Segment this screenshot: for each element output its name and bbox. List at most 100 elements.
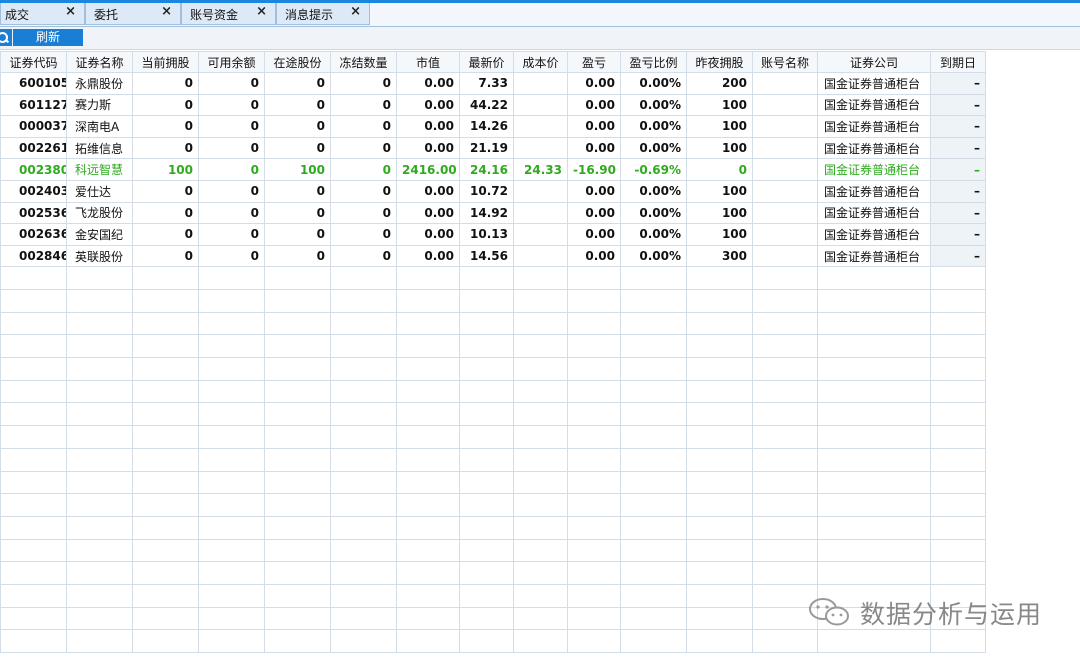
close-icon[interactable]: × [161,4,172,19]
table-row[interactable]: 002403 爱仕达 0 0 0 0 0.00 10.72 0.00 0.00% 100 国金证券普通… [0,179,986,203]
empty-cell [567,561,621,585]
table-cell: 0.00 [396,179,460,203]
column-header[interactable]: 在途股份 [264,51,331,73]
empty-cell [459,289,514,313]
empty-cell [567,493,621,517]
empty-cell [396,357,460,381]
empty-cell [620,606,687,631]
empty-cell [513,515,568,540]
table-row[interactable]: 600105 永鼎股份 0 0 0 0 0.00 7.33 0.00 0.00% 200 国金证券普通… [0,72,986,95]
empty-cell [0,470,67,495]
empty-cell [752,357,818,381]
table-cell [752,115,818,138]
empty-cell [264,583,331,608]
table-row[interactable]: 002261 拓维信息 0 0 0 0 0.00 21.19 0.00 0.00% 100 国金证券普… [0,136,986,160]
close-icon[interactable]: × [256,4,267,19]
column-header[interactable]: 到期日 [930,51,986,73]
empty-cell [459,538,514,563]
empty-cell [198,583,265,608]
empty-cell [513,266,568,291]
column-header[interactable]: 冻结数量 [330,51,397,73]
empty-cell [930,311,986,336]
table-row[interactable]: 002636 金安国纪 0 0 0 0 0.00 10.13 0.00 0.00% 100 国金证券普… [0,223,986,246]
table-cell: 0.00 [396,136,460,160]
empty-cell [620,379,687,404]
empty-cell [330,311,397,336]
table-cell: 0 [132,201,199,225]
empty-row [0,379,986,404]
column-header[interactable]: 最新价 [459,51,514,73]
empty-cell [0,515,67,540]
empty-cell [66,379,133,404]
empty-cell [513,470,568,495]
column-header[interactable]: 盈亏比例 [620,51,687,73]
close-icon[interactable]: × [350,4,361,19]
table-cell: – [930,158,986,181]
empty-cell [66,583,133,608]
empty-cell [513,561,568,585]
empty-cell [459,357,514,381]
table-cell: 0 [330,244,397,268]
table-row[interactable]: 601127 赛力斯 0 0 0 0 0.00 44.22 0.00 0.00% 100 国金证券普通… [0,93,986,117]
table-cell: 国金证券普通柜台 [817,115,931,138]
empty-cell [513,289,568,313]
empty-cell [567,447,621,472]
empty-cell [752,289,818,313]
table-cell: 0.00 [396,244,460,268]
empty-cell [686,583,753,608]
table-row[interactable]: 002846 英联股份 0 0 0 0 0.00 14.56 0.00 0.00% 300 国金证券普… [0,244,986,268]
empty-cell [620,515,687,540]
table-row[interactable]: 002536 飞龙股份 0 0 0 0 0.00 14.92 0.00 0.00% 100 国金证券普… [0,201,986,225]
empty-cell [396,629,460,654]
table-cell: 600105 [0,72,67,95]
column-header[interactable]: 当前拥股 [132,51,199,73]
column-header[interactable]: 证券代码 [0,51,67,73]
column-header[interactable]: 昨夜拥股 [686,51,753,73]
column-header[interactable]: 证券名称 [66,51,133,73]
empty-cell [930,379,986,404]
refresh-button[interactable]: 刷新 [13,29,83,46]
empty-cell [264,493,331,517]
empty-cell [330,493,397,517]
column-header[interactable]: 证券公司 [817,51,931,73]
empty-cell [66,402,133,427]
table-cell [513,136,568,160]
empty-row [0,334,986,359]
empty-cell [459,334,514,359]
table-cell: – [930,244,986,268]
table-row[interactable]: 002380 科远智慧 100 0 100 0 2416.00 24.16 24.33 -16.9… [0,158,986,181]
empty-cell [132,606,199,631]
column-header[interactable]: 可用余额 [198,51,265,73]
empty-cell [330,266,397,291]
search-icon[interactable] [0,29,12,46]
table-row[interactable]: 000037 深南电A 0 0 0 0 0.00 14.26 0.00 0.00% 100 国金证券普… [0,115,986,138]
empty-cell [752,266,818,291]
table-cell: 0 [264,179,331,203]
column-header[interactable]: 账号名称 [752,51,818,73]
table-cell [752,93,818,117]
table-cell: 002403 [0,179,67,203]
close-icon[interactable]: × [65,4,76,19]
empty-cell [817,493,931,517]
empty-cell [567,606,621,631]
empty-cell [817,515,931,540]
tab-account-funds[interactable]: 账号资金 × [181,3,276,25]
wechat-icon [809,598,849,626]
empty-cell [620,425,687,449]
tab-orders[interactable]: 委托 × [85,3,181,25]
empty-cell [66,311,133,336]
table-cell: 0 [330,201,397,225]
table-cell: 24.33 [513,158,568,181]
tab-messages[interactable]: 消息提示 × [276,3,370,25]
column-header[interactable]: 成本价 [513,51,568,73]
empty-cell [132,266,199,291]
empty-cell [0,583,67,608]
column-header[interactable]: 市值 [396,51,460,73]
empty-cell [620,493,687,517]
empty-cell [66,561,133,585]
column-header[interactable]: 盈亏 [567,51,621,73]
table-cell: – [930,115,986,138]
tab-trades[interactable]: 成交 × [0,3,85,25]
empty-cell [620,289,687,313]
table-cell: 0 [198,223,265,246]
